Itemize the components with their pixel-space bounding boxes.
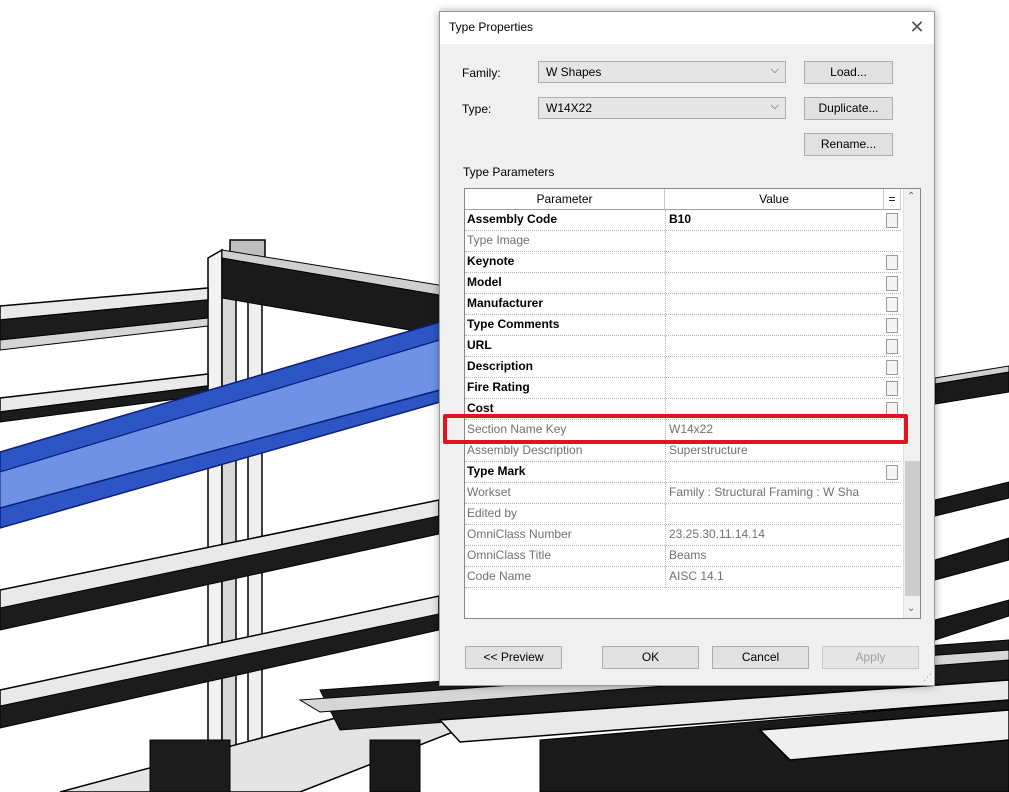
- parameter-name: Workset: [467, 485, 511, 499]
- cell-divider: [665, 441, 666, 461]
- cell-divider: [665, 525, 666, 545]
- parameter-name: Type Image: [467, 233, 530, 247]
- cell-divider: [665, 294, 666, 314]
- dialog-titlebar[interactable]: Type Properties ✕: [440, 12, 934, 44]
- table-row[interactable]: Keynote: [465, 252, 901, 273]
- parameter-name: Assembly Code: [467, 212, 558, 226]
- section-name-key-highlight: [443, 414, 908, 444]
- parameter-name: Fire Rating: [467, 380, 530, 394]
- parameter-name: OmniClass Title: [467, 548, 552, 562]
- formula-button[interactable]: [886, 255, 898, 270]
- chevron-down-icon: ⌵: [770, 64, 779, 76]
- table-row[interactable]: OmniClass Number 23.25.30.11.14.14: [465, 525, 901, 546]
- formula-button[interactable]: [886, 276, 898, 291]
- type-value: W14X22: [546, 101, 593, 115]
- cell-divider: [665, 567, 666, 587]
- resize-grip-icon[interactable]: ⋰: [923, 672, 932, 683]
- table-row[interactable]: Model: [465, 273, 901, 294]
- cell-divider: [665, 378, 666, 398]
- formula-button[interactable]: [886, 318, 898, 333]
- table-row[interactable]: Type Comments: [465, 315, 901, 336]
- type-parameters-grid[interactable]: Parameter Value = Assembly Code B10 Type I…: [464, 188, 921, 619]
- parameter-value[interactable]: B10: [669, 212, 887, 226]
- chevron-down-icon[interactable]: ⌄: [907, 603, 915, 614]
- scrollbar-thumb[interactable]: [905, 461, 920, 596]
- formula-button[interactable]: [886, 297, 898, 312]
- parameter-value: AISC 14.1: [669, 569, 724, 583]
- table-row[interactable]: Assembly Description Superstructure: [465, 441, 901, 462]
- type-label: Type:: [462, 102, 492, 116]
- cell-divider: [665, 357, 666, 377]
- beam-right-b[interactable]: [934, 481, 1009, 641]
- dialog-title: Type Properties: [449, 20, 534, 34]
- table-row[interactable]: Edited by: [465, 504, 901, 525]
- formula-button[interactable]: [886, 381, 898, 396]
- parameter-name: Cost: [467, 401, 494, 415]
- parameter-name: Assembly Description: [467, 443, 583, 457]
- parameter-name: Manufacturer: [467, 296, 544, 310]
- table-row[interactable]: Type Image: [465, 231, 901, 252]
- ok-button[interactable]: OK: [602, 646, 699, 669]
- chevron-up-icon[interactable]: ⌃: [907, 191, 915, 202]
- parameter-value: Family : Structural Framing : W Sha: [669, 485, 860, 499]
- cell-divider: [665, 273, 666, 293]
- cell-divider: [665, 231, 666, 251]
- apply-button[interactable]: Apply: [822, 646, 919, 669]
- column-header-equals[interactable]: =: [884, 189, 901, 210]
- formula-button[interactable]: [886, 213, 898, 228]
- parameter-name: Keynote: [467, 254, 515, 268]
- parameter-name: Model: [467, 275, 502, 289]
- family-select[interactable]: W Shapes ⌵: [538, 61, 786, 83]
- cell-divider: [665, 210, 666, 230]
- parameter-value: Superstructure: [669, 443, 748, 457]
- cell-divider: [665, 504, 666, 524]
- table-row[interactable]: OmniClass Title Beams: [465, 546, 901, 567]
- table-row[interactable]: Code Name AISC 14.1: [465, 567, 901, 588]
- table-row[interactable]: Fire Rating: [465, 378, 901, 399]
- table-row[interactable]: Assembly Code B10: [465, 210, 901, 231]
- beam-right-a[interactable]: [934, 365, 1009, 405]
- parameter-value: Beams: [669, 548, 707, 562]
- parameter-name: Type Comments: [467, 317, 560, 331]
- cell-divider: [665, 252, 666, 272]
- type-parameters-heading: Type Parameters: [463, 165, 555, 179]
- cell-divider: [665, 315, 666, 335]
- parameter-name: Code Name: [467, 569, 532, 583]
- preview-button[interactable]: << Preview: [465, 646, 562, 669]
- column-header-value[interactable]: Value: [665, 189, 884, 210]
- duplicate-button[interactable]: Duplicate...: [804, 97, 893, 120]
- family-value: W Shapes: [546, 65, 602, 79]
- column-element[interactable]: [207, 239, 266, 792]
- family-label: Family:: [462, 66, 501, 80]
- cancel-button[interactable]: Cancel: [712, 646, 809, 669]
- cell-divider: [665, 462, 666, 482]
- chevron-down-icon: ⌵: [770, 100, 779, 112]
- cell-divider: [665, 483, 666, 503]
- table-row[interactable]: Manufacturer: [465, 294, 901, 315]
- formula-button[interactable]: [886, 465, 898, 480]
- column-header-parameter[interactable]: Parameter: [465, 189, 665, 210]
- formula-button[interactable]: [886, 339, 898, 354]
- rename-button[interactable]: Rename...: [804, 133, 893, 156]
- type-select[interactable]: W14X22 ⌵: [538, 97, 786, 119]
- parameter-name: Type Mark: [467, 464, 526, 478]
- table-row[interactable]: Workset Family : Structural Framing : W S…: [465, 483, 901, 504]
- table-row[interactable]: URL: [465, 336, 901, 357]
- parameter-name: URL: [467, 338, 492, 352]
- type-properties-dialog: Type Properties ✕ Family: W Shapes ⌵ Loa…: [439, 11, 935, 686]
- table-row[interactable]: Type Mark: [465, 462, 901, 483]
- parameter-name: Description: [467, 359, 534, 373]
- formula-button[interactable]: [886, 360, 898, 375]
- grid-scrollbar[interactable]: ⌃ ⌄: [903, 189, 920, 618]
- table-row[interactable]: Description: [465, 357, 901, 378]
- beam-left-upper[interactable]: [0, 287, 209, 351]
- cell-divider: [665, 546, 666, 566]
- parameter-name: Edited by: [467, 506, 518, 520]
- parameter-name: OmniClass Number: [467, 527, 572, 541]
- load-button[interactable]: Load...: [804, 61, 893, 84]
- parameter-value: 23.25.30.11.14.14: [669, 527, 765, 541]
- cell-divider: [665, 336, 666, 356]
- close-icon[interactable]: ✕: [904, 16, 930, 40]
